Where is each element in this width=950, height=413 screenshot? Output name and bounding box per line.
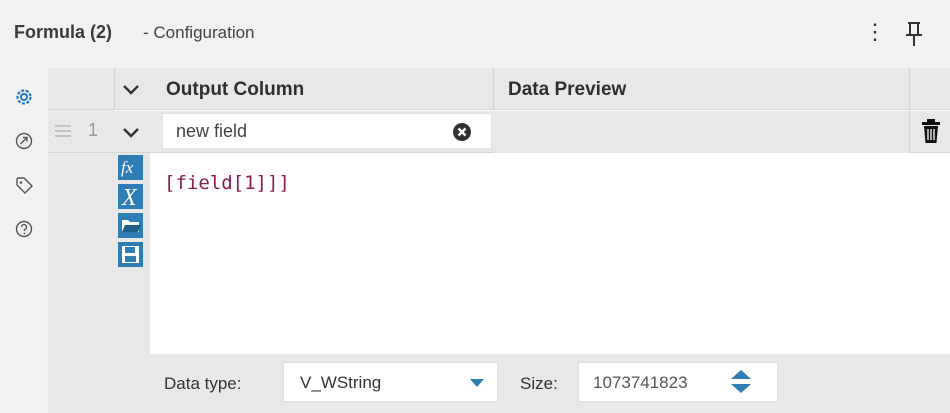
size-value: 1073741823 [593,373,688,392]
expression-text[interactable]: [field[1]]] [164,172,290,194]
function-icon[interactable]: fx [118,155,143,180]
column-divider [493,68,494,110]
size-label: Size: [520,374,558,393]
panel-title: Formula (2) [14,22,113,42]
tag-icon[interactable] [13,174,35,196]
variable-icon[interactable]: X [118,184,143,211]
svg-text:fx: fx [121,158,134,177]
dropdown-caret-icon[interactable] [470,378,484,388]
side-rail [0,68,48,413]
pin-icon[interactable] [902,20,926,48]
expression-editor[interactable]: [field[1]]] [150,153,950,354]
help-icon[interactable] [13,218,35,240]
panel-header: Formula (2) - Configuration ⋮ [0,0,950,68]
data-type-label: Data type: [164,374,242,393]
grid-header-row: Output Column Data Preview [48,68,950,110]
data-preview-cell [494,111,910,153]
svg-text:X: X [121,185,138,209]
data-type-value: V_WString [300,373,382,392]
size-input[interactable]: 1073741823 [578,362,778,402]
table-row[interactable]: 1 [48,111,950,153]
save-icon[interactable] [118,242,143,267]
annotation-icon[interactable] [13,130,35,152]
column-header-output[interactable]: Output Column [166,79,304,101]
column-divider [909,68,910,110]
clear-icon[interactable] [452,122,472,142]
expression-toolbar: fx X [114,153,150,413]
output-column-input[interactable] [162,113,492,149]
chevron-down-icon[interactable] [120,121,142,143]
kebab-menu-icon[interactable]: ⋮ [864,18,886,46]
drag-handle-icon[interactable] [52,120,74,142]
trash-icon[interactable] [920,117,942,145]
row-number: 1 [88,120,99,140]
size-stepper-icon[interactable] [721,366,761,398]
field-settings-bar: Data type: V_WString Size: 1073741823 [150,354,950,413]
chevron-down-icon[interactable] [120,78,142,100]
open-folder-icon[interactable] [118,213,143,238]
panel-subtitle: - Configuration [143,23,255,42]
column-divider [909,111,910,153]
data-type-select[interactable]: V_WString [283,362,498,402]
gear-icon[interactable] [13,86,35,108]
column-divider [114,68,115,110]
column-header-preview[interactable]: Data Preview [508,79,626,101]
